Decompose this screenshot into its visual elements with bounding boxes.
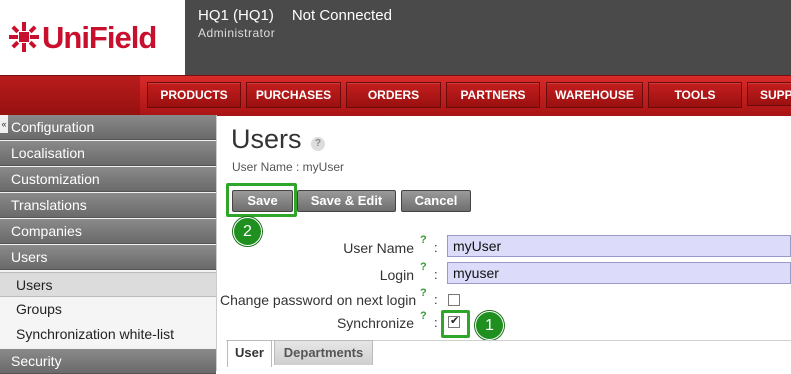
sidebar-item-translations[interactable]: Translations xyxy=(0,193,216,218)
step-badge-2: 2 xyxy=(233,217,262,246)
main-menu-bar: PRODUCTS PURCHASES ORDERS PARTNERS WAREH… xyxy=(0,75,791,116)
app-header: UniField HQ1 (HQ1) Not Connected Administ… xyxy=(0,0,791,75)
sidebar-item-customization[interactable]: Customization xyxy=(0,167,216,192)
menu-support[interactable]: SUPP xyxy=(747,82,791,106)
menu-products[interactable]: PRODUCTS xyxy=(147,82,241,108)
sidebar-item-users[interactable]: Users xyxy=(0,245,216,270)
sidebar-subitem-label: Groups xyxy=(16,301,62,317)
menu-purchases[interactable]: PURCHASES xyxy=(246,82,341,108)
instance-name: HQ1 (HQ1) xyxy=(198,7,274,24)
menu-bar-spacer xyxy=(0,76,140,116)
help-mark[interactable]: ? xyxy=(420,234,427,246)
sidebar-subitem-sync-whitelist[interactable]: Synchronization white-list xyxy=(0,322,216,347)
sidebar-subitem-label: Synchronization white-list xyxy=(16,326,174,342)
field-colon: : xyxy=(434,267,438,282)
brand-logo-icon xyxy=(9,22,39,52)
field-colon: : xyxy=(434,315,438,330)
tab-departments[interactable]: Departments xyxy=(274,340,373,365)
tab-user[interactable]: User xyxy=(227,340,272,367)
question-circle-icon[interactable]: ? xyxy=(311,137,325,151)
sidebar-item-security[interactable]: Security xyxy=(0,349,216,374)
help-mark[interactable]: ? xyxy=(420,287,427,299)
user-name-label: User Name xyxy=(343,240,414,256)
sidebar-item-label: Translations xyxy=(11,197,87,213)
sidebar-item-label: Localisation xyxy=(11,145,85,161)
logo[interactable]: UniField xyxy=(0,0,185,75)
change-password-checkbox[interactable] xyxy=(448,294,460,306)
field-colon: : xyxy=(434,240,438,255)
current-user: Administrator xyxy=(198,26,276,40)
page-title: Users xyxy=(231,124,302,154)
sidebar-item-label: Configuration xyxy=(11,119,95,135)
sidebar-item-label: Customization xyxy=(11,171,100,187)
record-subtitle: User Name : myUser xyxy=(232,160,345,174)
save-and-edit-button[interactable]: Save & Edit xyxy=(297,190,396,212)
menu-warehouse[interactable]: WAREHOUSE xyxy=(546,82,643,108)
connection-status: Not Connected xyxy=(291,7,392,24)
synchronize-label: Synchronize xyxy=(336,315,414,331)
sidebar: Configuration « Localisation Customizati… xyxy=(0,115,217,374)
sidebar-subitem-users[interactable]: Users xyxy=(0,272,216,297)
brand-name: UniField xyxy=(42,20,157,55)
double-chevron-left-icon[interactable]: « xyxy=(0,115,8,133)
change-password-label: Change password on next login xyxy=(220,292,417,308)
sidebar-item-label: Users xyxy=(11,249,48,265)
instance-info: HQ1 (HQ1) Not Connected xyxy=(198,7,392,24)
login-label: Login xyxy=(379,267,414,283)
help-mark[interactable]: ? xyxy=(420,310,427,322)
help-mark[interactable]: ? xyxy=(420,261,427,273)
sidebar-item-configuration[interactable]: Configuration xyxy=(0,115,216,140)
step-badge-1: 1 xyxy=(475,311,504,340)
sidebar-subitem-label: Users xyxy=(16,277,53,293)
menu-partners[interactable]: PARTNERS xyxy=(446,82,540,108)
user-name-field[interactable] xyxy=(447,235,791,257)
login-field[interactable] xyxy=(447,262,791,284)
sidebar-item-localisation[interactable]: Localisation xyxy=(0,141,216,166)
sidebar-subitem-groups[interactable]: Groups xyxy=(0,297,216,322)
sidebar-item-companies[interactable]: Companies xyxy=(0,219,216,244)
field-colon: : xyxy=(434,292,438,307)
menu-orders[interactable]: ORDERS xyxy=(346,82,441,108)
synchronize-checkbox[interactable] xyxy=(448,314,460,328)
save-button[interactable]: Save xyxy=(232,190,293,212)
cancel-button[interactable]: Cancel xyxy=(401,190,471,212)
sidebar-item-label: Companies xyxy=(11,223,82,239)
sidebar-item-label: Security xyxy=(11,353,62,369)
menu-tools[interactable]: TOOLS xyxy=(648,82,742,108)
